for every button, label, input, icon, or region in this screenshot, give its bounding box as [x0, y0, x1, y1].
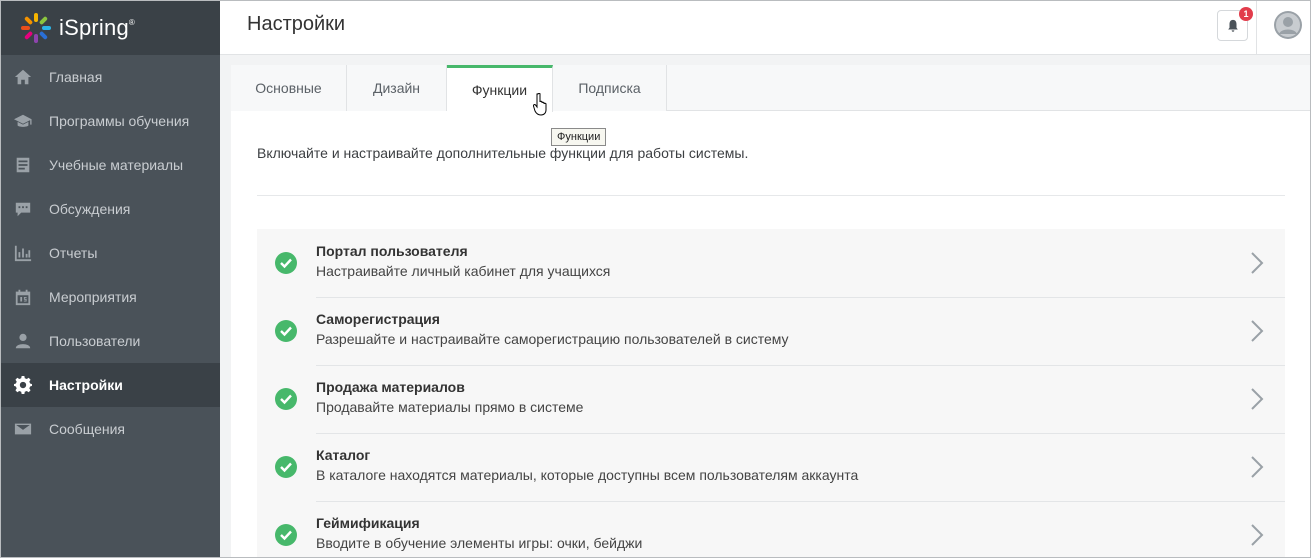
gear-icon — [13, 375, 33, 395]
sidebar-item-settings[interactable]: Настройки — [1, 363, 220, 407]
feature-description: Разрешайте и настраивайте саморегистраци… — [316, 331, 789, 347]
tab-general[interactable]: Основные — [231, 65, 347, 111]
sidebar-item-label: Сообщения — [49, 421, 125, 437]
sidebar-item-programs[interactable]: Программы обучения — [1, 99, 220, 143]
notifications-button[interactable]: 1 — [1217, 7, 1253, 41]
sidebar-item-users[interactable]: Пользователи — [1, 319, 220, 363]
sidebar-item-label: Главная — [49, 69, 103, 85]
feature-row-content-sales[interactable]: Продажа материалов Продавайте материалы … — [257, 365, 1285, 433]
ispring-logo-icon — [21, 13, 51, 43]
check-icon — [275, 320, 297, 342]
sidebar-item-events[interactable]: Мероприятия — [1, 275, 220, 319]
tooltip: Функции — [551, 128, 607, 146]
sidebar-nav: Главная Программы обучения Учебные матер… — [1, 55, 220, 451]
divider — [257, 195, 1285, 196]
feature-description: В каталоге находятся материалы, которые … — [316, 467, 859, 483]
app-window: iSpring ® Главная Программы обучения Учеб… — [0, 0, 1311, 558]
top-header: Настройки 1 — [220, 1, 1310, 55]
tab-subscription[interactable]: Подписка — [553, 65, 667, 111]
feature-row-gamification[interactable]: Геймификация Вводите в обучение элементы… — [257, 501, 1285, 557]
bell-icon — [1227, 19, 1238, 32]
sidebar-item-label: Настройки — [49, 377, 123, 393]
feature-row-user-portal[interactable]: Портал пользователя Настраивайте личный … — [257, 229, 1285, 297]
feature-description: Продавайте материалы прямо в системе — [316, 399, 584, 415]
tab-design[interactable]: Дизайн — [347, 65, 447, 111]
sidebar-item-home[interactable]: Главная — [1, 55, 220, 99]
sidebar-item-label: Пользователи — [49, 333, 141, 349]
calendar-icon — [13, 287, 33, 307]
chat-icon — [13, 199, 33, 219]
avatar[interactable] — [1274, 11, 1302, 39]
sidebar-item-label: Отчеты — [49, 245, 98, 261]
settings-panel: Основные Дизайн Функции Подписка Функции… — [231, 65, 1310, 557]
sidebar-item-label: Мероприятия — [49, 289, 137, 305]
logo[interactable]: iSpring ® — [1, 1, 220, 55]
sidebar-item-label: Обсуждения — [49, 201, 131, 217]
chevron-right-icon — [1251, 524, 1264, 546]
user-avatar-icon — [1274, 11, 1302, 39]
chevron-right-icon — [1251, 388, 1264, 410]
feature-row-self-registration[interactable]: Саморегистрация Разрешайте и настраивайт… — [257, 297, 1285, 365]
feature-title: Продажа материалов — [316, 379, 465, 395]
check-icon — [275, 524, 297, 546]
sidebar: iSpring ® Главная Программы обучения Учеб… — [1, 1, 220, 557]
sidebar-item-label: Программы обучения — [49, 113, 190, 129]
intro-text: Включайте и настраивайте дополнительные … — [257, 145, 749, 161]
sidebar-item-discussions[interactable]: Обсуждения — [1, 187, 220, 231]
chevron-right-icon — [1251, 252, 1264, 274]
feature-title: Саморегистрация — [316, 311, 440, 327]
sidebar-item-label: Учебные материалы — [49, 157, 184, 173]
header-divider — [1256, 1, 1257, 55]
page-title: Настройки — [247, 13, 346, 35]
check-icon — [275, 456, 297, 478]
sidebar-item-materials[interactable]: Учебные материалы — [1, 143, 220, 187]
notification-badge: 1 — [1239, 7, 1253, 21]
envelope-icon — [13, 419, 33, 439]
tab-bar: Основные Дизайн Функции Подписка — [231, 65, 1310, 112]
graduation-cap-icon — [13, 111, 33, 131]
feature-row-catalog[interactable]: Каталог В каталоге находятся материалы, … — [257, 433, 1285, 501]
sidebar-item-reports[interactable]: Отчеты — [1, 231, 220, 275]
feature-description: Настраивайте личный кабинет для учащихся — [316, 263, 611, 279]
logo-text: iSpring — [59, 15, 129, 40]
user-icon — [13, 331, 33, 351]
sidebar-item-messages[interactable]: Сообщения — [1, 407, 220, 451]
feature-title: Каталог — [316, 447, 371, 463]
home-icon — [13, 67, 33, 87]
chevron-right-icon — [1251, 320, 1264, 342]
features-list: Портал пользователя Настраивайте личный … — [257, 229, 1285, 557]
check-icon — [275, 252, 297, 274]
feature-title: Геймификация — [316, 515, 420, 531]
feature-description: Вводите в обучение элементы игры: очки, … — [316, 535, 643, 551]
hand-cursor-icon — [533, 93, 547, 116]
document-icon — [13, 155, 33, 175]
check-icon — [275, 388, 297, 410]
feature-title: Портал пользователя — [316, 243, 468, 259]
chevron-right-icon — [1251, 456, 1264, 478]
bar-chart-icon — [13, 243, 33, 263]
